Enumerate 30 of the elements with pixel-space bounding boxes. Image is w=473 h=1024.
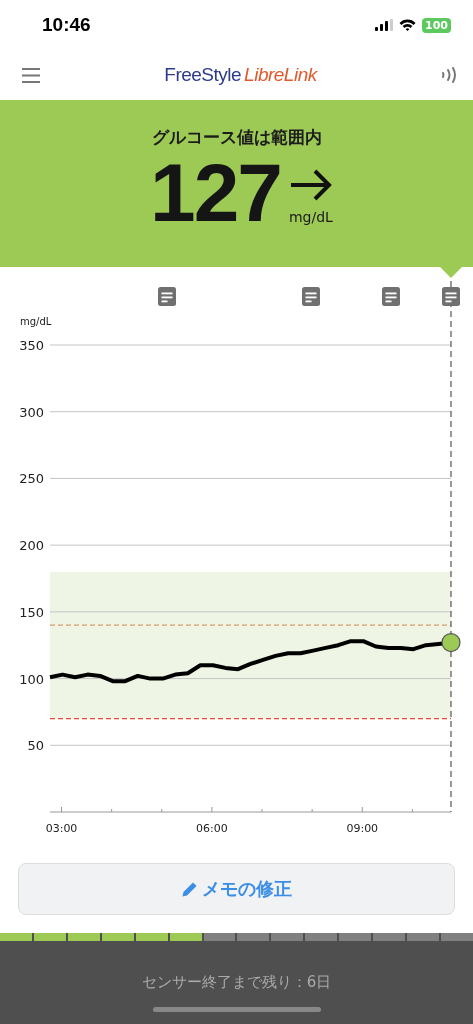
status-message: グルコース値は範囲内 xyxy=(151,126,322,149)
status-time: 10:46 xyxy=(42,14,91,36)
memo-icon[interactable] xyxy=(382,287,400,306)
memo-icon[interactable] xyxy=(302,287,320,306)
edit-memo-button[interactable]: メモの修正 xyxy=(18,863,455,915)
y-tick-label: 300 xyxy=(19,404,44,420)
wifi-icon xyxy=(399,19,417,31)
battery-indicator: 100 xyxy=(422,17,451,33)
signal-icon xyxy=(375,19,394,31)
x-tick-label: 06:00 xyxy=(196,822,228,835)
y-axis-label: mg/dL xyxy=(20,316,52,327)
x-tick-label: 09:00 xyxy=(346,822,379,835)
y-tick-label: 200 xyxy=(19,538,44,554)
y-tick-label: 50 xyxy=(27,738,44,754)
memo-icon[interactable] xyxy=(442,287,460,306)
menu-icon[interactable] xyxy=(22,67,40,83)
y-tick-label: 150 xyxy=(19,604,44,620)
glucose-unit: mg/dL xyxy=(288,209,333,225)
y-tick-label: 250 xyxy=(19,471,44,487)
logo-text: FreeStyle xyxy=(164,64,242,86)
y-tick-label: 100 xyxy=(19,671,44,687)
sensor-remaining-text: センサー終了まで残り：6日 xyxy=(141,973,332,992)
memo-icon[interactable] xyxy=(158,287,176,306)
x-tick-label: 03:00 xyxy=(45,822,78,835)
pencil-icon xyxy=(181,881,197,897)
y-tick-label: 350 xyxy=(19,338,44,353)
logo-text: LibreLink xyxy=(244,64,317,86)
glucose-value: 127 xyxy=(150,151,281,235)
nfc-scan-icon[interactable] xyxy=(441,67,459,83)
current-reading-dot xyxy=(441,632,461,653)
